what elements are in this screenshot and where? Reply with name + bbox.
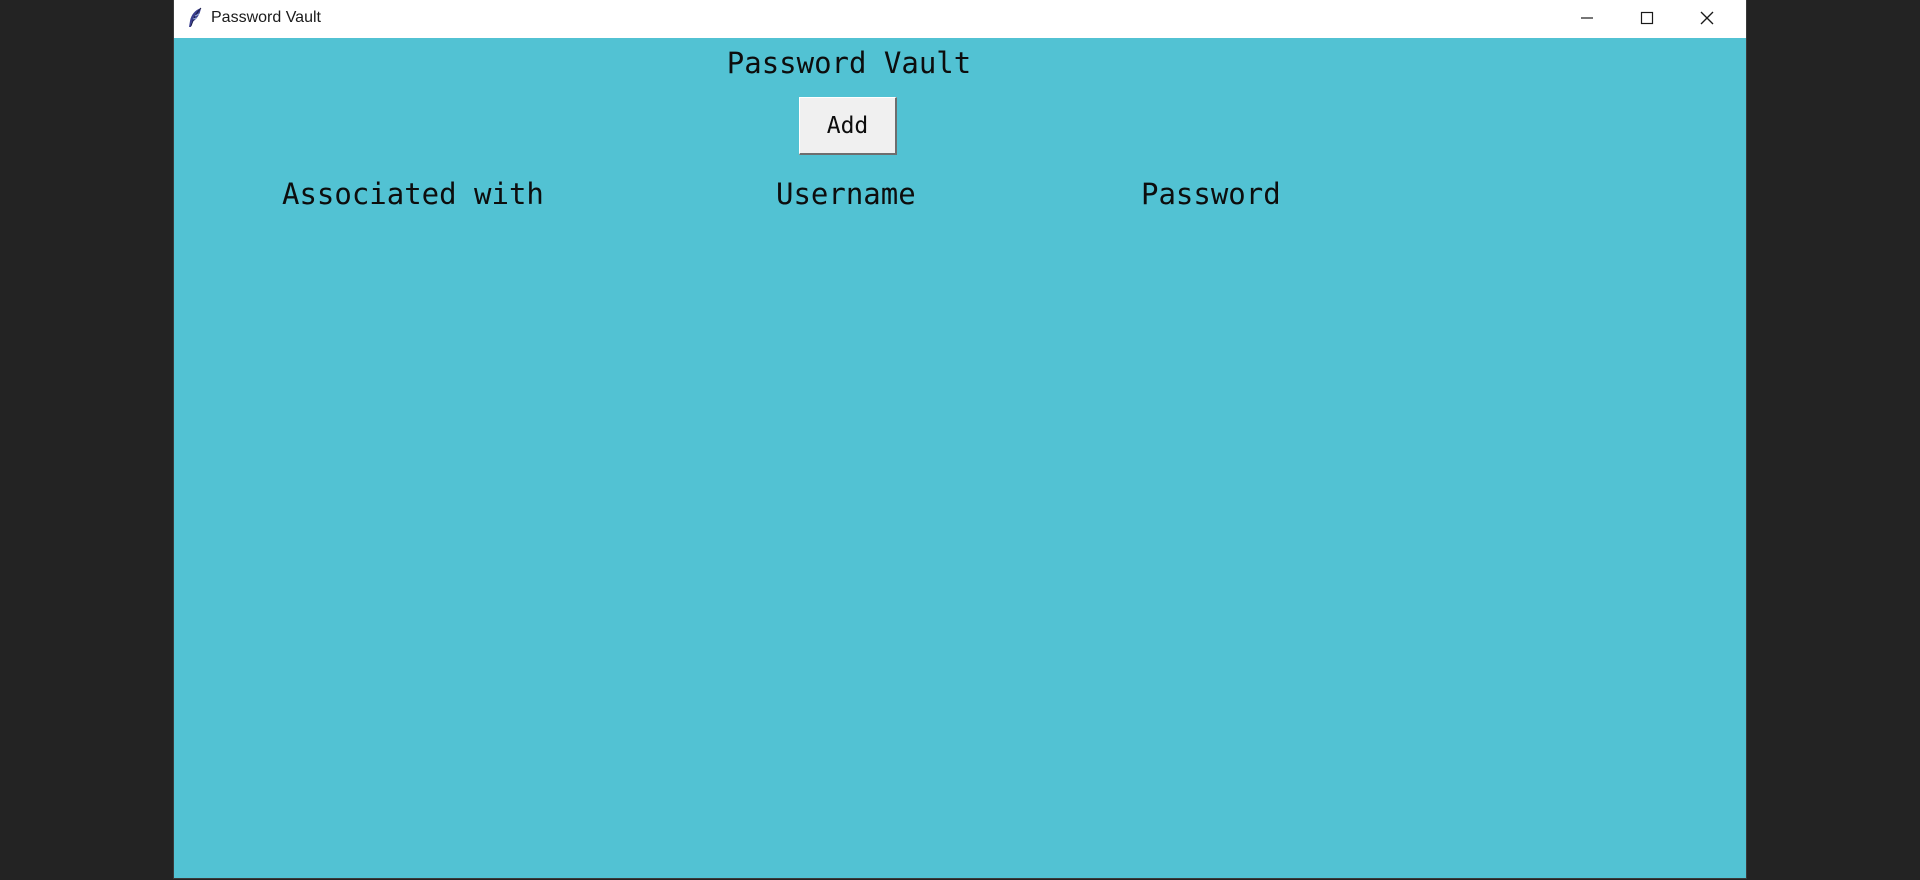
vault-panel: Password Vault Add Associated with Usern… <box>174 38 1746 878</box>
minimize-icon <box>1580 11 1594 25</box>
close-icon <box>1699 10 1715 26</box>
minimize-button[interactable] <box>1557 0 1617 36</box>
window-title: Password Vault <box>211 9 321 26</box>
maximize-icon <box>1640 11 1654 25</box>
add-button[interactable]: Add <box>799 97 897 155</box>
maximize-button[interactable] <box>1617 0 1677 36</box>
column-header-username: Username <box>776 177 916 211</box>
column-header-associated-with: Associated with <box>282 177 544 211</box>
column-header-password: Password <box>1141 177 1281 211</box>
close-button[interactable] <box>1677 0 1737 36</box>
page-title: Password Vault <box>726 46 972 80</box>
app-window: Password Vault Password Vault Add Associ… <box>174 0 1746 878</box>
feather-icon <box>186 7 204 29</box>
title-bar[interactable]: Password Vault <box>174 0 1746 38</box>
